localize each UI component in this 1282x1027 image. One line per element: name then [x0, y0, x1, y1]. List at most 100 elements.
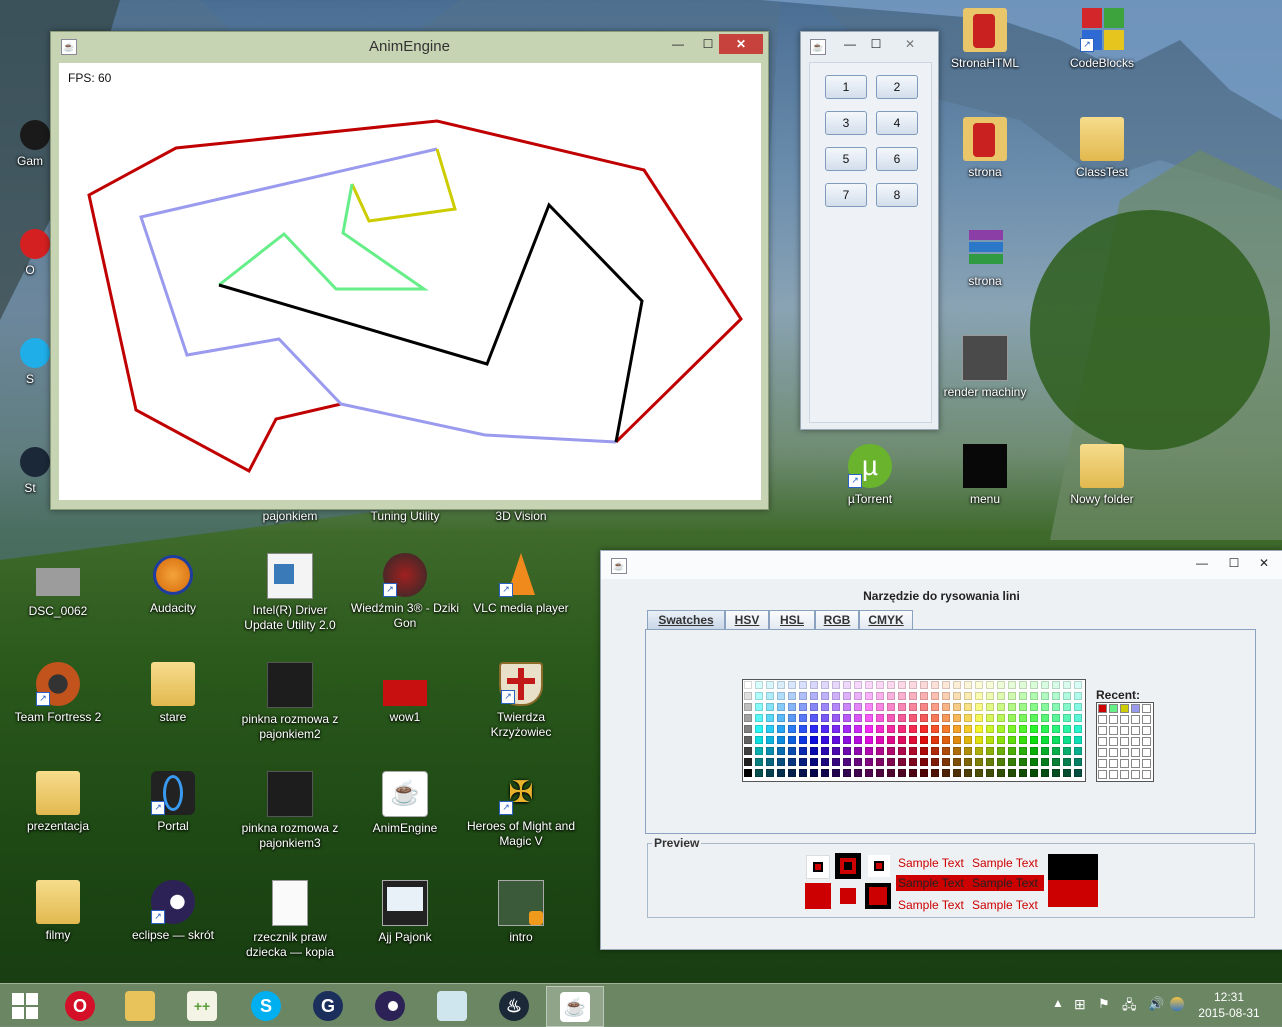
action-center-icon[interactable]: ⚑ — [1098, 996, 1110, 1012]
swatch-cell[interactable] — [876, 703, 884, 711]
swatch-cell[interactable] — [986, 714, 994, 722]
swatch-cell[interactable] — [1074, 714, 1082, 722]
swatch-cell[interactable] — [854, 703, 862, 711]
recent-swatch[interactable] — [1109, 715, 1118, 724]
recent-swatch[interactable] — [1098, 726, 1107, 735]
swatch-cell[interactable] — [942, 714, 950, 722]
swatch-cell[interactable] — [887, 703, 895, 711]
recent-swatch[interactable] — [1109, 737, 1118, 746]
swatch-cell[interactable] — [931, 758, 939, 766]
desktop-icon-vlc[interactable]: ↗ VLC media player — [466, 553, 576, 616]
swatch-cell[interactable] — [843, 681, 851, 689]
swatch-cell[interactable] — [1063, 714, 1071, 722]
swatch-cell[interactable] — [975, 692, 983, 700]
swatch-cell[interactable] — [909, 736, 917, 744]
swatch-cell[interactable] — [953, 725, 961, 733]
taskbar-file-explorer[interactable] — [112, 986, 168, 1025]
swatch-cell[interactable] — [810, 703, 818, 711]
swatch-cell[interactable] — [920, 681, 928, 689]
swatch-cell[interactable] — [832, 769, 840, 777]
swatch-cell[interactable] — [755, 769, 763, 777]
swatch-cell[interactable] — [810, 736, 818, 744]
swatch-cell[interactable] — [865, 758, 873, 766]
swatch-cell[interactable] — [920, 692, 928, 700]
swatch-cell[interactable] — [1052, 758, 1060, 766]
swatch-cell[interactable] — [766, 692, 774, 700]
swatch-cell[interactable] — [1074, 736, 1082, 744]
swatch-cell[interactable] — [986, 736, 994, 744]
swatch-cell[interactable] — [986, 769, 994, 777]
swatch-cell[interactable] — [832, 714, 840, 722]
swatch-cell[interactable] — [744, 703, 752, 711]
swatch-cell[interactable] — [887, 747, 895, 755]
desktop-icon-stare[interactable]: stare — [118, 662, 228, 725]
desktop-icon-animengine[interactable]: ☕ AnimEngine — [350, 771, 460, 836]
swatch-cell[interactable] — [909, 692, 917, 700]
swatch-cell[interactable] — [766, 703, 774, 711]
desktop-icon-wiedzmin[interactable]: ↗ Wiedźmin 3® - Dziki Gon — [350, 553, 460, 631]
swatch-cell[interactable] — [832, 703, 840, 711]
swatch-cell[interactable] — [1074, 725, 1082, 733]
swatch-cell[interactable] — [843, 703, 851, 711]
swatch-cell[interactable] — [975, 758, 983, 766]
recent-swatch[interactable] — [1131, 704, 1140, 713]
swatch-cell[interactable] — [942, 703, 950, 711]
swatch-cell[interactable] — [953, 769, 961, 777]
recent-swatch[interactable] — [1120, 704, 1129, 713]
swatch-cell[interactable] — [777, 769, 785, 777]
swatch-cell[interactable] — [942, 681, 950, 689]
swatch-cell[interactable] — [1008, 714, 1016, 722]
swatch-cell[interactable] — [799, 725, 807, 733]
swatch-cell[interactable] — [942, 747, 950, 755]
swatch-cell[interactable] — [854, 692, 862, 700]
swatch-cell[interactable] — [931, 692, 939, 700]
swatch-cell[interactable] — [1052, 736, 1060, 744]
swatch-cell[interactable] — [876, 747, 884, 755]
swatch-cell[interactable] — [964, 747, 972, 755]
swatch-cell[interactable] — [975, 681, 983, 689]
close-button[interactable]: ✕ — [1249, 553, 1279, 573]
swatch-cell[interactable] — [931, 725, 939, 733]
desktop-icon-dsc0062[interactable]: DSC_0062 — [3, 558, 113, 619]
desktop-icon-strona-folder[interactable]: strona — [930, 117, 1040, 180]
swatch-cell[interactable] — [876, 714, 884, 722]
swatch-cell[interactable] — [1008, 758, 1016, 766]
swatch-cell[interactable] — [920, 758, 928, 766]
recent-swatch[interactable] — [1098, 715, 1107, 724]
drawing-canvas[interactable]: FPS: 60 — [59, 63, 761, 500]
desktop-icon-pinkna2[interactable]: pinkna rozmowa z pajonkiem2 — [235, 662, 345, 742]
swatch-cell[interactable] — [953, 692, 961, 700]
swatch-cell[interactable] — [821, 747, 829, 755]
swatch-cell[interactable] — [931, 736, 939, 744]
swatch-cell[interactable] — [788, 703, 796, 711]
number-button-1[interactable]: 1 — [825, 75, 867, 99]
swatch-cell[interactable] — [744, 714, 752, 722]
recent-swatch[interactable] — [1120, 715, 1129, 724]
swatch-cell[interactable] — [942, 692, 950, 700]
desktop-icon-portal[interactable]: ↗ Portal — [118, 771, 228, 834]
maximize-button[interactable]: ☐ — [861, 34, 891, 54]
swatch-cell[interactable] — [964, 714, 972, 722]
swatch-cell[interactable] — [942, 769, 950, 777]
recent-swatch[interactable] — [1142, 715, 1151, 724]
swatch-cell[interactable] — [975, 714, 983, 722]
swatch-cell[interactable] — [942, 758, 950, 766]
swatch-cell[interactable] — [832, 692, 840, 700]
swatch-cell[interactable] — [1008, 747, 1016, 755]
tab-hsv[interactable]: HSV — [725, 610, 769, 629]
swatch-cell[interactable] — [755, 725, 763, 733]
swatch-cell[interactable] — [964, 692, 972, 700]
tab-cmyk[interactable]: CMYK — [859, 610, 913, 629]
swatch-cell[interactable] — [755, 681, 763, 689]
swatch-cell[interactable] — [898, 769, 906, 777]
desktop-icon-strona-rar[interactable]: strona — [930, 226, 1040, 289]
swatch-cell[interactable] — [876, 736, 884, 744]
desktop-icon-filmy[interactable]: filmy — [3, 880, 113, 943]
number-button-6[interactable]: 6 — [876, 147, 918, 171]
swatch-cell[interactable] — [799, 714, 807, 722]
swatch-cell[interactable] — [898, 692, 906, 700]
swatch-cell[interactable] — [788, 747, 796, 755]
desktop-icon-heroes[interactable]: ✠ ↗ Heroes of Might and Magic V — [466, 771, 576, 849]
recent-swatch[interactable] — [1120, 770, 1129, 779]
swatch-cell[interactable] — [788, 681, 796, 689]
